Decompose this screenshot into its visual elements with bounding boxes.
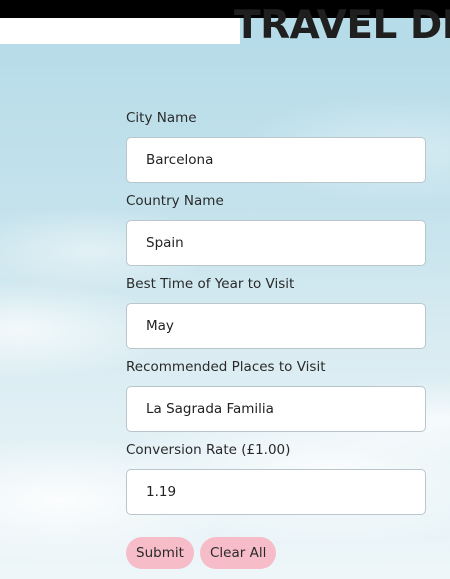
- country-name-input[interactable]: [126, 220, 426, 266]
- form-buttons: Submit Clear All: [126, 537, 277, 569]
- recommended-places-label: Recommended Places to Visit: [126, 359, 326, 375]
- recommended-places-input[interactable]: [126, 386, 426, 432]
- travel-destination-form: City Name Country Name Best Time of Year…: [126, 110, 426, 569]
- city-name-label: City Name: [126, 110, 197, 126]
- country-name-label: Country Name: [126, 193, 224, 209]
- clear-all-button[interactable]: Clear All: [199, 537, 277, 569]
- best-time-input[interactable]: [126, 303, 426, 349]
- page-title: TRAVEL DE: [234, 3, 450, 48]
- submit-button[interactable]: Submit: [126, 537, 194, 569]
- conversion-rate-label: Conversion Rate (£1.00): [126, 442, 291, 458]
- city-name-input[interactable]: [126, 137, 426, 183]
- title-area: TRAVEL DE: [0, 0, 450, 60]
- best-time-label: Best Time of Year to Visit: [126, 276, 295, 292]
- conversion-rate-input[interactable]: [126, 469, 426, 515]
